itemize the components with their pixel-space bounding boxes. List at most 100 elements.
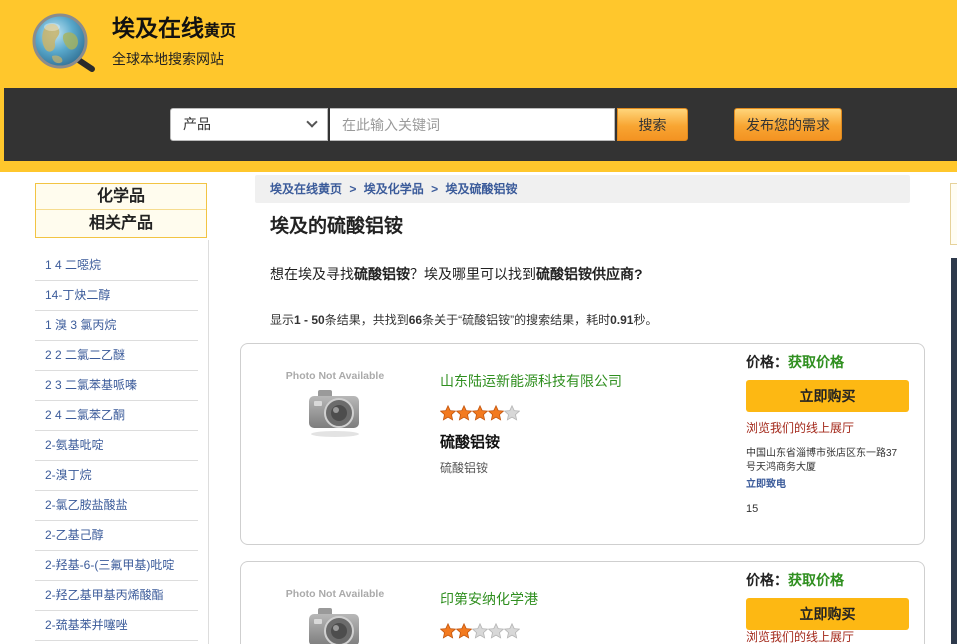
sidebar-item: 2-溴丁烷 — [35, 461, 198, 491]
sidebar-item: 1 4 二噁烷 — [35, 251, 198, 281]
sidebar-category-box: 化学品 相关产品 — [35, 183, 207, 238]
listing-card: Photo Not Available 山东陆运新能源科技有限公司 硫酸铝铵 硫… — [240, 343, 925, 545]
sidebar-item-link[interactable]: 2 4 二氯苯乙酮 — [45, 408, 125, 422]
breadcrumb: 埃及在线黄页 > 埃及化学品 > 埃及硫酸铝铵 — [255, 175, 910, 203]
search-input[interactable] — [330, 108, 615, 141]
sidebar-item: 2 2 二氯二乙醚 — [35, 341, 198, 371]
listing-card: Photo Not Available 印第安纳化学港 价格：获取价格 立即购买… — [240, 561, 925, 644]
sidebar-item: 2-氨基吡啶 — [35, 431, 198, 461]
showroom-link[interactable]: 浏览我们的线上展厅 — [746, 631, 854, 644]
star-empty-icon — [504, 623, 520, 639]
question-term: 硫酸铝铵供应商? — [536, 266, 643, 282]
sidebar-heading[interactable]: 化学品 — [36, 184, 206, 210]
star-empty-icon — [472, 623, 488, 639]
star-filled-icon — [472, 405, 488, 421]
star-filled-icon — [440, 405, 456, 421]
sidebar-item-link[interactable]: 2 3 二氯苯基哌嗪 — [45, 378, 137, 392]
call-now-link[interactable]: 立即致电 — [746, 478, 786, 492]
rating-stars — [440, 623, 520, 639]
sidebar-item: 2-羟乙基甲基丙烯酸酯 — [35, 581, 198, 611]
star-filled-icon — [440, 623, 456, 639]
results-text: 秒。 — [633, 313, 658, 327]
price-line: 价格：获取价格 — [746, 353, 844, 371]
site-title[interactable]: 埃及在线黄页 — [112, 14, 236, 42]
search-question: 想在埃及寻找硫酸铝铵？埃及哪里可以找到硫酸铝铵供应商? — [270, 264, 643, 284]
results-text: 显示 — [270, 313, 295, 327]
sidebar-item-link[interactable]: 2-溴丁烷 — [45, 468, 92, 482]
globe-magnifier-icon — [32, 13, 95, 72]
breadcrumb-separator: > — [431, 182, 439, 196]
listing-actions: 价格：获取价格 立即购买 浏览我们的线上展厅 中国山东省淄博市张店区东一路37号… — [746, 344, 910, 544]
site-logo[interactable] — [28, 12, 98, 74]
sidebar-item: 2 3 二氯苯基哌嗪 — [35, 371, 198, 401]
breadcrumb-link-home[interactable]: 埃及在线黄页 — [270, 182, 342, 196]
sidebar-item: 14-丁炔二醇 — [35, 281, 198, 311]
right-column-box — [950, 183, 957, 245]
results-text: 条结果，共找到 — [324, 313, 409, 327]
question-term: 硫酸铝铵 — [354, 266, 410, 282]
results-text: 条关于“硫酸铝铵”的搜索结果，耗时 — [422, 313, 611, 327]
sidebar-item-link[interactable]: 1 4 二噁烷 — [45, 258, 101, 272]
sidebar-related-products: 1 4 二噁烷 14-丁炔二醇 1 溴 3 氯丙烷 2 2 二氯二乙醚 2 3 … — [35, 251, 198, 641]
results-summary: 显示1 - 50条结果，共找到66条关于“硫酸铝铵”的搜索结果，耗时0.91秒。 — [270, 312, 657, 328]
category-select[interactable]: 产品 — [170, 108, 328, 141]
breadcrumb-link-current[interactable]: 埃及硫酸铝铵 — [445, 182, 517, 196]
page-title: 埃及的硫酸铝铵 — [270, 216, 404, 237]
get-price-link[interactable]: 获取价格 — [788, 572, 844, 588]
sidebar-item: 2-羟基-6-(三氟甲基)吡啶 — [35, 551, 198, 581]
sidebar-item: 2-巯基苯并噻唑 — [35, 611, 198, 641]
page: 埃及在线黄页 全球本地搜索网站 产品 搜索 发布您的需求 化学品 相关产品 1 … — [0, 0, 957, 644]
results-range: 1 - 50 — [294, 313, 325, 327]
star-filled-icon — [456, 623, 472, 639]
sidebar-item-link[interactable]: 2-氯乙胺盐酸盐 — [45, 498, 128, 512]
sidebar-item-link[interactable]: 2-羟乙基甲基丙烯酸酯 — [45, 588, 164, 602]
sidebar-item-link[interactable]: 2-巯基苯并噻唑 — [45, 618, 128, 632]
star-empty-icon — [488, 623, 504, 639]
post-request-button[interactable]: 发布您的需求 — [734, 108, 842, 141]
company-name-link[interactable]: 山东陆运新能源科技有限公司 — [440, 372, 622, 390]
showroom-link[interactable]: 浏览我们的线上展厅 — [746, 421, 854, 436]
product-description: 硫酸铝铵 — [440, 461, 489, 475]
sidebar-subheading: 相关产品 — [88, 215, 153, 232]
product-name: 硫酸铝铵 — [440, 434, 501, 451]
photo-placeholder-text: Photo Not Available — [285, 370, 385, 382]
sidebar-item-link[interactable]: 14-丁炔二醇 — [45, 288, 110, 302]
listing-photo[interactable]: Photo Not Available — [285, 344, 385, 454]
sidebar-item: 2-乙基己醇 — [35, 521, 198, 551]
chevron-down-icon — [306, 116, 318, 128]
listing-note: 15 — [746, 503, 759, 515]
sidebar-item: 2-氯乙胺盐酸盐 — [35, 491, 198, 521]
sidebar-item-link[interactable]: 1 溴 3 氯丙烷 — [45, 318, 116, 332]
breadcrumb-link-category[interactable]: 埃及化学品 — [364, 182, 424, 196]
price-label: 价格： — [746, 354, 788, 370]
company-address: 中国山东省淄博市张店区东一路37号天鸿商务大厦 — [746, 448, 898, 473]
price-label: 价格： — [746, 572, 788, 588]
get-price-link[interactable]: 获取价格 — [788, 354, 844, 370]
photo-placeholder-text: Photo Not Available — [285, 588, 385, 600]
sidebar-item-link[interactable]: 2-羟基-6-(三氟甲基)吡啶 — [45, 558, 174, 572]
company-name-link[interactable]: 印第安纳化学港 — [440, 590, 538, 608]
search-button[interactable]: 搜索 — [617, 108, 688, 141]
listing-actions: 价格：获取价格 立即购买 浏览我们的线上展厅 — [746, 562, 910, 644]
sidebar-item-link[interactable]: 2-乙基己醇 — [45, 528, 104, 542]
question-text: ？埃及哪里可以找到 — [410, 266, 536, 282]
breadcrumb-separator: > — [349, 182, 357, 196]
buy-now-button[interactable]: 立即购买 — [746, 380, 909, 412]
price-line: 价格：获取价格 — [746, 571, 844, 589]
sidebar-divider — [208, 240, 209, 644]
star-filled-icon — [488, 405, 504, 421]
star-empty-icon — [504, 405, 520, 421]
site-subtitle: 全球本地搜索网站 — [112, 51, 224, 67]
search-bar: 产品 搜索 发布您的需求 — [4, 88, 957, 161]
results-time: 0.91 — [610, 313, 634, 327]
results-total: 66 — [408, 313, 423, 327]
right-column-banner — [951, 258, 957, 644]
buy-now-button[interactable]: 立即购买 — [746, 598, 909, 630]
sidebar-item-link[interactable]: 2-氨基吡啶 — [45, 438, 104, 452]
listing-photo[interactable]: Photo Not Available — [285, 562, 385, 644]
sidebar-item-link[interactable]: 2 2 二氯二乙醚 — [45, 348, 125, 362]
rating-stars — [440, 405, 520, 421]
category-select-value: 产品 — [183, 116, 211, 132]
sidebar-item: 2 4 二氯苯乙酮 — [35, 401, 198, 431]
camera-icon — [309, 608, 359, 644]
